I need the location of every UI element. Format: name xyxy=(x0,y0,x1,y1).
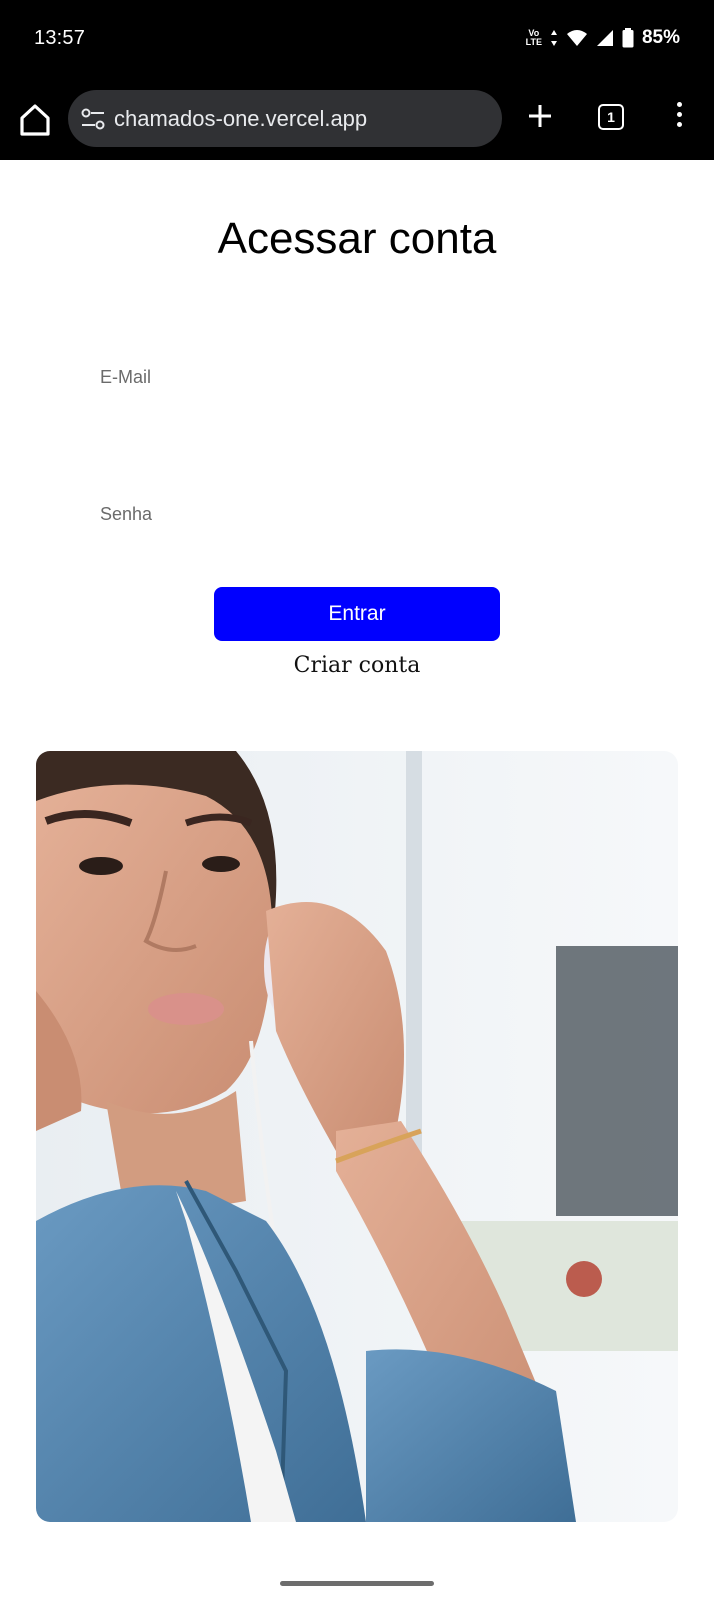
address-bar[interactable]: chamados-one.vercel.app xyxy=(68,90,502,147)
cellular-signal-icon xyxy=(596,30,613,46)
wifi-icon xyxy=(566,30,587,46)
tab-count: 1 xyxy=(607,109,615,125)
volte-icon: Vo LTE xyxy=(526,29,542,47)
status-time: 13:57 xyxy=(34,27,86,49)
home-icon[interactable] xyxy=(18,101,52,139)
new-tab-icon[interactable] xyxy=(526,102,554,130)
browser-toolbar: chamados-one.vercel.app 1 xyxy=(0,80,714,160)
status-bar: 13:57 Vo LTE 85% xyxy=(0,0,714,80)
data-arrows-icon xyxy=(550,30,557,46)
gesture-home-indicator[interactable] xyxy=(280,1581,434,1586)
password-label: Senha xyxy=(100,504,153,524)
overflow-menu-icon[interactable] xyxy=(672,102,686,132)
tab-switcher-icon[interactable]: 1 xyxy=(598,104,624,130)
volte-bottom-label: LTE xyxy=(525,37,542,47)
email-label: E-Mail xyxy=(100,367,152,387)
create-account-link[interactable]: Criar conta xyxy=(0,653,714,678)
battery-percent: 85% xyxy=(641,27,680,48)
status-icons: Vo LTE 85% xyxy=(526,24,680,52)
password-field[interactable] xyxy=(100,529,624,567)
support-agent-photo xyxy=(36,751,678,1522)
site-settings-icon[interactable] xyxy=(80,106,106,132)
email-field[interactable] xyxy=(100,392,624,430)
login-button[interactable]: Entrar xyxy=(214,587,500,641)
battery-icon xyxy=(622,28,634,48)
page-title: Acessar conta xyxy=(217,214,497,263)
url-text[interactable]: chamados-one.vercel.app xyxy=(114,106,367,132)
